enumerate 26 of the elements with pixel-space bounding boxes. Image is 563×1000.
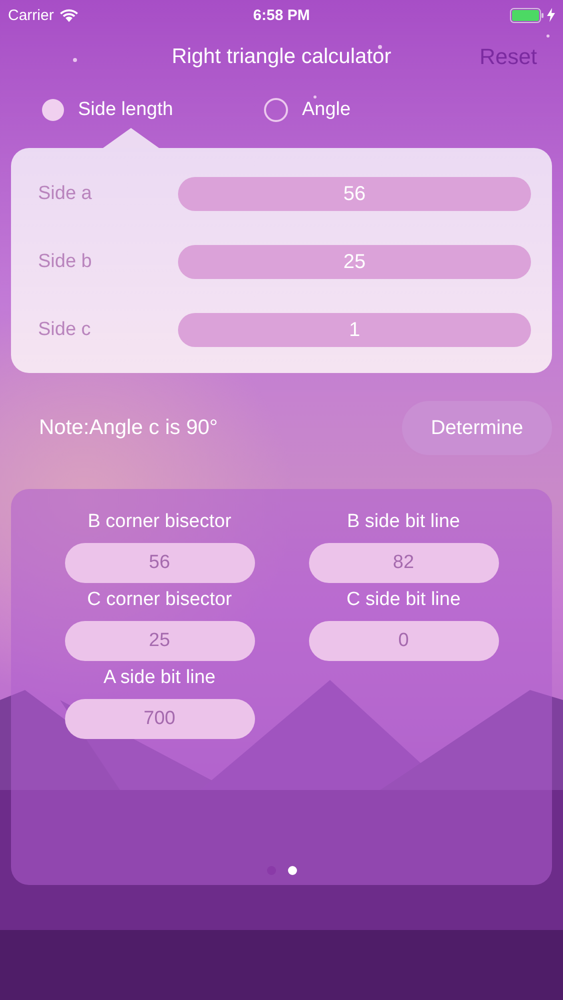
screen-title: Right triangle calculator <box>172 45 392 69</box>
result-label: C side bit line <box>346 589 461 611</box>
result-label: B corner bisector <box>88 511 232 533</box>
mode-radio-option[interactable]: Angle <box>264 98 486 122</box>
wifi-icon <box>60 8 78 22</box>
input-field[interactable]: 25 <box>178 245 531 279</box>
result-field: 700 <box>64 699 254 739</box>
result-label: C corner bisector <box>87 589 232 611</box>
charging-icon <box>547 8 555 22</box>
result-field: 25 <box>64 621 254 661</box>
result-field: 56 <box>64 543 254 583</box>
battery-icon <box>510 8 544 22</box>
input-field[interactable]: 56 <box>178 177 531 211</box>
mode-radio-option[interactable]: Side length <box>42 98 264 122</box>
status-time: 6:58 PM <box>253 6 310 24</box>
input-field[interactable]: 1 <box>178 313 531 347</box>
result-field: 0 <box>308 621 498 661</box>
carrier-label: Carrier <box>8 6 54 24</box>
result-field: 82 <box>308 543 498 583</box>
result-label: B side bit line <box>346 511 460 533</box>
field-label: Side b <box>38 251 93 273</box>
result-label: A side bit line <box>104 667 216 689</box>
field-label: Side a <box>38 183 93 205</box>
field-label: Side c <box>38 319 92 341</box>
note-text: Note:Angle c is 90° <box>39 416 218 440</box>
determine-button[interactable]: Determine <box>402 401 552 455</box>
